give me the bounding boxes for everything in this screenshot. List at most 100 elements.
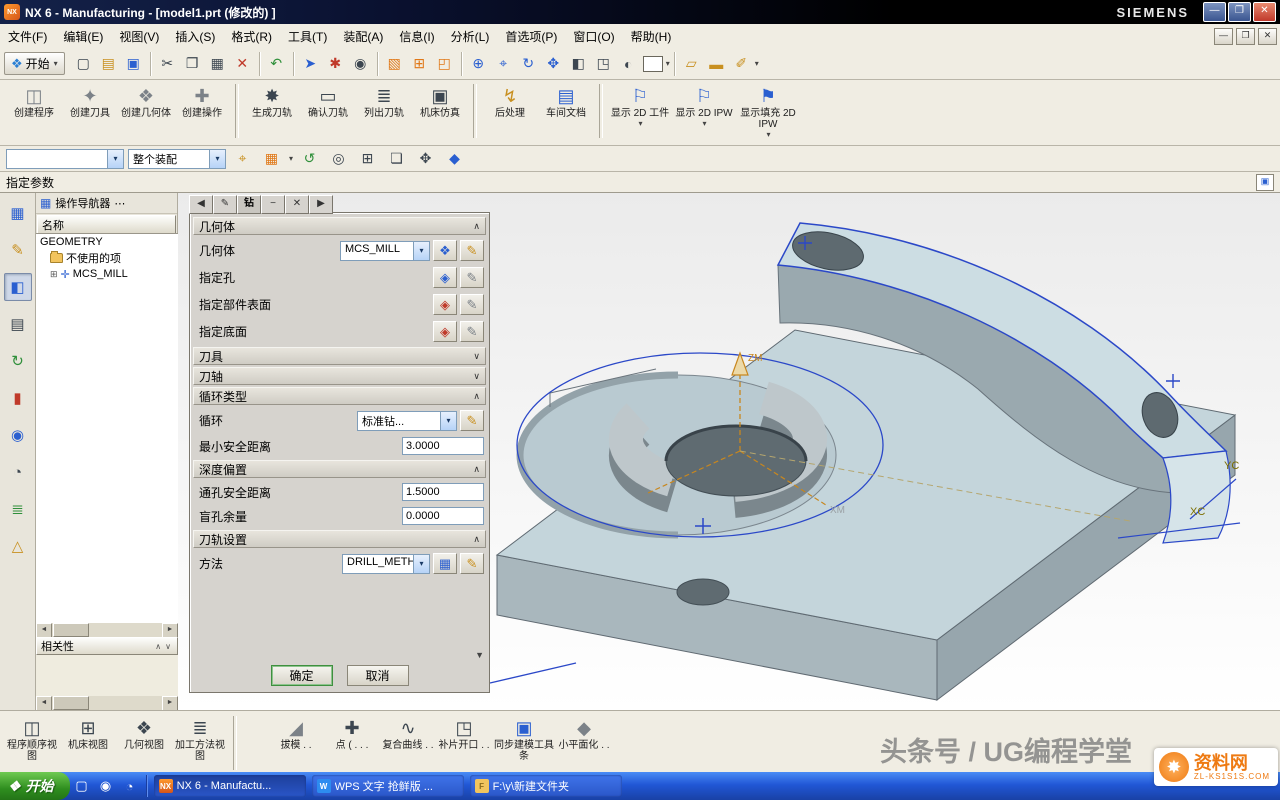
postprocess-button[interactable]: ↯ 后处理 [482,82,538,121]
undo-button[interactable]: ↶ [264,51,289,76]
chevron-up-icon[interactable]: ∧ [153,642,163,651]
datum-display-button[interactable]: ▱ [679,51,704,76]
show-2d-workpiece-button[interactable]: ⚐ 显示 2D 工件 ▾ [608,82,672,130]
selection-filter-combo[interactable]: ▾ [6,149,124,169]
column-header-name[interactable]: 名称 [37,215,176,234]
selection-info-button[interactable]: ➤ [298,51,323,76]
work-layer-button[interactable]: ⊞ [355,146,380,171]
chevron-down-icon[interactable]: ▾ [666,59,670,68]
method-select[interactable]: DRILL_METHOD ▾ [342,554,430,574]
move-object-button[interactable]: ✥ [413,146,438,171]
scrollbar-thumb[interactable] [53,623,89,637]
chevron-down-icon[interactable]: ▾ [413,555,429,573]
edit-cycle-button[interactable]: ✎ [460,410,484,431]
measure-button[interactable]: ▬ [704,51,729,76]
menu-window[interactable]: 窗口(O) [565,25,622,48]
chevron-down-icon[interactable]: ▾ [440,412,456,430]
chevron-down-icon[interactable]: ▾ [107,150,123,168]
doc-restore-button[interactable]: ❐ [1236,28,1255,45]
assembly-navigator-icon[interactable]: ▦ [4,199,32,227]
select-window-button[interactable]: ⊞ [407,51,432,76]
menu-information[interactable]: 信息(I) [391,25,442,48]
roles-icon[interactable]: △ [4,532,32,560]
snapshot-button[interactable]: ◉ [348,51,373,76]
ok-button[interactable]: 确定 [271,665,333,686]
section-header-cycle-type[interactable]: 循环类型 ∧ [193,387,486,405]
section-header-tool-axis[interactable]: 刀轴 ∨ [193,367,486,385]
edit-part-surface-button[interactable]: ✎ [460,294,484,315]
menu-format[interactable]: 格式(R) [223,25,280,48]
color-swatch[interactable] [643,56,663,72]
create-program-button[interactable]: ◫ 创建程序 [6,82,62,121]
section-header-depth-offset[interactable]: 深度偏置 ∧ [193,460,486,478]
view-orientation-button[interactable]: ◳ [591,51,616,76]
constraint-navigator-icon[interactable]: ✎ [4,236,32,264]
specify-hole-button[interactable]: ◈ [433,267,457,288]
chevron-up-icon[interactable]: ∧ [473,221,480,232]
list-toolpath-button[interactable]: ≣ 列出刀轨 [356,82,412,121]
select-region-button[interactable]: ◰ [432,51,457,76]
reuse-library-icon[interactable]: ↻ [4,347,32,375]
show-2d-ipw-button[interactable]: ⚐ 显示 2D IPW ▾ [672,82,736,130]
edit-geometry-button[interactable]: ✎ [460,240,484,261]
specify-part-surface-button[interactable]: ◈ [433,294,457,315]
chevron-down-icon[interactable]: ∨ [473,371,480,382]
scroll-right-button[interactable]: ► [162,623,178,638]
visualization-settings-button[interactable]: ✱ [323,51,348,76]
patch-opening-button[interactable]: ◳ 补片开口 . . [436,714,492,753]
scroll-left-button[interactable]: ◄ [36,623,52,638]
create-operation-button[interactable]: ✚ 创建操作 [174,82,230,121]
show-desktop-icon[interactable]: ▢ [72,776,92,796]
snap-point-button[interactable]: ⌖ [230,146,255,171]
composite-curve-button[interactable]: ∿ 复合曲线 . . [380,714,436,753]
facet-body-button[interactable]: ◆ 小平面化 . . [556,714,612,753]
taskbar-task-folder[interactable]: F F:\y\新建文件夹 [470,775,622,797]
operation-navigator-icon[interactable]: ◧ [4,273,32,301]
fit-view-button[interactable]: ⌖ [491,51,516,76]
start-menu-button[interactable]: ❖ 开始 ▾ [4,52,65,75]
dialog-forward-button[interactable]: ▶ [309,195,333,214]
section-header-path-settings[interactable]: 刀轨设置 ∧ [193,530,486,548]
close-button[interactable]: ✕ [1253,2,1276,22]
show-filled-2d-ipw-button[interactable]: ⚑ 显示填充 2D IPW ▾ [736,82,800,141]
verify-toolpath-button[interactable]: ▭ 确认刀轨 [300,82,356,121]
cancel-button[interactable]: 取消 [347,665,409,686]
palettes-icon[interactable]: ≣ [4,495,32,523]
navigator-header[interactable]: ▦ 操作导航器 ⋯ [36,193,177,214]
machining-method-view-button[interactable]: ≣ 加工方法视图 [172,714,228,764]
navigator-hscrollbar[interactable]: ◄ ► [36,623,178,637]
dependencies-hscrollbar[interactable]: ◄ ► [36,696,178,710]
annotation-button[interactable]: ✐ [729,51,754,76]
create-geometry-button[interactable]: ❖ 创建几何体 [118,82,174,121]
tree-row-geometry[interactable]: GEOMETRY [36,234,178,250]
media-player-icon[interactable]: ◔ [120,776,140,796]
taskbar-task-wps[interactable]: W WPS 文字 抢鲜版 ... [312,775,464,797]
dialog-back-button[interactable]: ◀ [189,195,213,214]
start-button[interactable]: ❖ 开始 [0,772,70,800]
history-icon[interactable]: ◔ [4,458,32,486]
app-icon[interactable]: NX [4,4,20,20]
open-file-button[interactable]: ▤ [96,51,121,76]
menu-preferences[interactable]: 首选项(P) [497,25,565,48]
undo-view-button[interactable]: ↺ [297,146,322,171]
chevron-down-icon[interactable]: ▾ [413,242,429,260]
dependencies-header[interactable]: 相关性 ∧ ∨ [36,637,178,655]
dialog-title-tab[interactable]: 钻 [237,195,261,214]
draft-button[interactable]: ◢ 拔模 . . [268,714,324,753]
dialog-close-button[interactable]: ✕ [285,195,309,214]
scroll-left-button[interactable]: ◄ [36,696,52,711]
menu-analysis[interactable]: 分析(L) [443,25,498,48]
new-geometry-button[interactable]: ❖ [433,240,457,261]
dialog-scroll-down-icon[interactable]: ▼ [475,650,484,660]
chevron-down-icon[interactable]: ▾ [755,59,759,68]
tree-row-mcs-mill[interactable]: ⊞ ✛ MCS_MILL [36,266,178,282]
min-clearance-input[interactable] [402,437,484,455]
point-button[interactable]: ✚ 点 ( . . . [324,714,380,753]
blind-stock-input[interactable] [402,507,484,525]
edit-method-button[interactable]: ✎ [460,553,484,574]
rotate-view-button[interactable]: ↻ [516,51,541,76]
machine-simulation-button[interactable]: ▣ 机床仿真 [412,82,468,121]
delete-button[interactable]: ✕ [230,51,255,76]
geometry-view-button[interactable]: ❖ 几何视图 [116,714,172,753]
tree-row-unused-items[interactable]: 不使用的项 [36,250,178,266]
